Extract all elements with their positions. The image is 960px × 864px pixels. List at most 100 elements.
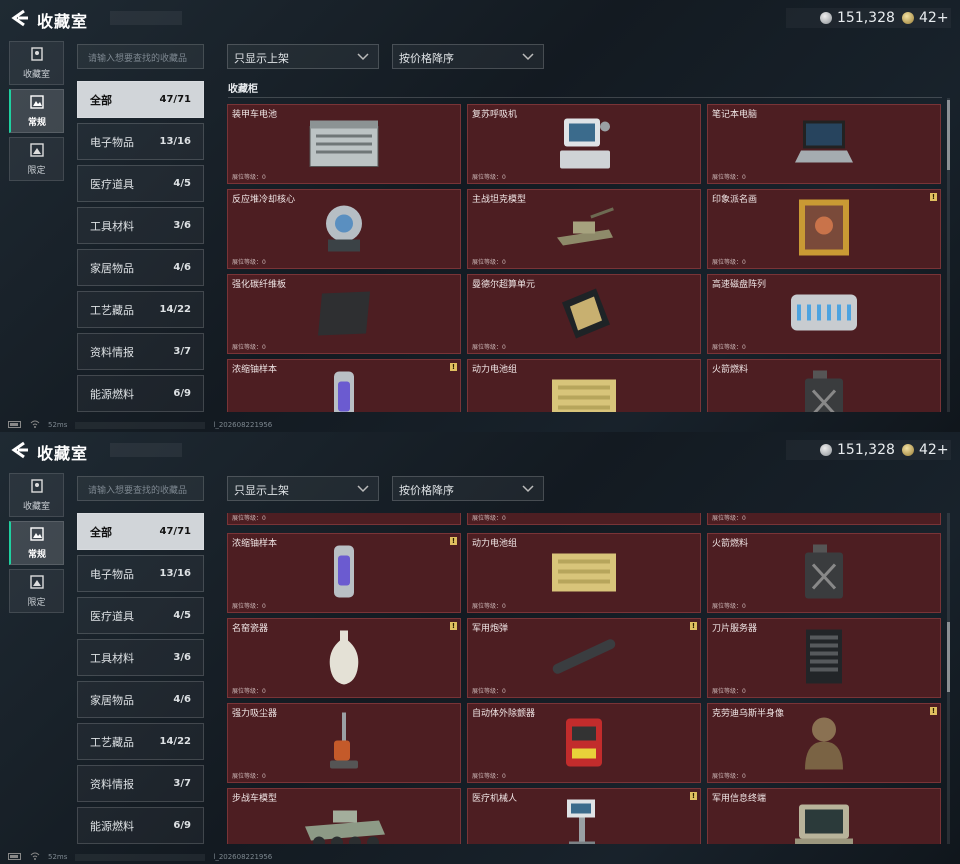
redacted-text <box>75 421 206 429</box>
item-card[interactable]: 曼德尔超算单元 展位等级：0 <box>467 274 701 354</box>
item-card[interactable]: 强化碳纤维板 展位等级：0 <box>227 274 461 354</box>
booth-level: 展位等级：0 <box>232 773 266 780</box>
sidenav-item-1[interactable]: 常规 <box>9 89 64 133</box>
item-card[interactable]: 浓缩铀样本!展位等级：0 <box>227 533 461 613</box>
item-card[interactable]: 军用炮弹! 展位等级：0 <box>467 618 701 698</box>
item-name: 火箭燃料 <box>712 539 749 549</box>
silver-coin-icon <box>820 12 832 24</box>
back-arrow-icon[interactable] <box>8 440 30 460</box>
category-item[interactable]: 工艺藏品 14/22 <box>77 291 204 328</box>
battery-icon <box>306 117 382 172</box>
booth-level: 展位等级：0 <box>712 174 746 181</box>
category-item[interactable]: 全部 47/71 <box>77 81 204 118</box>
listing-filter-dropdown[interactable]: 只显示上架 <box>227 476 379 501</box>
item-name: 步战车模型 <box>232 794 278 804</box>
sidenav-item-0[interactable]: 收藏室 <box>9 41 64 85</box>
carbon-plate-icon <box>314 288 374 341</box>
item-name: 印象派名画 <box>712 195 758 205</box>
category-count: 3/6 <box>173 220 191 231</box>
dropdown-value: 只显示上架 <box>234 52 289 65</box>
item-card-partial[interactable]: 展位等级：0 <box>707 513 941 525</box>
item-card[interactable]: 动力电池组展位等级：0 <box>467 359 701 412</box>
booth-level: 展位等级：0 <box>472 344 506 351</box>
item-card[interactable]: 动力电池组展位等级：0 <box>467 533 701 613</box>
category-item[interactable]: 全部 47/71 <box>77 513 204 550</box>
item-card-partial[interactable]: 展位等级：0 <box>467 513 701 525</box>
compute-unit-icon <box>552 285 616 344</box>
item-card[interactable]: 步战车模型展位等级：0 <box>227 788 461 844</box>
item-card[interactable]: 高速磁盘阵列 展位等级：0 <box>707 274 941 354</box>
sort-dropdown[interactable]: 按价格降序 <box>392 44 544 69</box>
shell-icon <box>542 632 626 685</box>
silver-coin-icon <box>820 444 832 456</box>
category-count: 3/7 <box>173 346 191 357</box>
sidenav-item-1[interactable]: 常规 <box>9 521 64 565</box>
item-card[interactable]: 浓缩铀样本!展位等级：0 <box>227 359 461 412</box>
item-card[interactable]: 复苏呼吸机 展位等级：0 <box>467 104 701 184</box>
item-card[interactable]: 装甲车电池 展位等级：0 <box>227 104 461 184</box>
category-item[interactable]: 能源燃料 6/9 <box>77 375 204 412</box>
item-name: 军用信息终端 <box>712 794 767 804</box>
item-card[interactable]: 印象派名画! 展位等级：0 <box>707 189 941 269</box>
item-name: 反应堆冷却核心 <box>232 195 296 205</box>
item-card[interactable]: 火箭燃料展位等级：0 <box>707 359 941 412</box>
item-card[interactable]: 医疗机械人!展位等级：0 <box>467 788 701 844</box>
item-card[interactable]: 火箭燃料展位等级：0 <box>707 533 941 613</box>
scrollbar-thumb[interactable] <box>947 100 950 170</box>
dropdown-value: 只显示上架 <box>234 484 289 497</box>
ventilator-icon <box>554 115 614 174</box>
listing-filter-dropdown[interactable]: 只显示上架 <box>227 44 379 69</box>
category-item[interactable]: 电子物品 13/16 <box>77 555 204 592</box>
category-label: 工具材料 <box>90 219 134 233</box>
booth-level: 展位等级：0 <box>232 603 266 610</box>
item-card[interactable]: 主战坦克模型 展位等级：0 <box>467 189 701 269</box>
section-divider <box>228 97 942 98</box>
item-card[interactable]: 笔记本电脑 展位等级：0 <box>707 104 941 184</box>
sidenav-item-2[interactable]: 限定 <box>9 137 64 181</box>
category-item[interactable]: 电子物品 13/16 <box>77 123 204 160</box>
sidenav-label: 限定 <box>27 597 46 608</box>
category-label: 全部 <box>90 93 112 107</box>
bust-icon <box>801 712 847 775</box>
sidenav-item-2[interactable]: 限定 <box>9 569 64 613</box>
category-label: 工艺藏品 <box>90 303 134 317</box>
category-item[interactable]: 工具材料 3/6 <box>77 639 204 676</box>
category-count: 3/6 <box>173 652 191 663</box>
category-item[interactable]: 家居物品 4/6 <box>77 249 204 286</box>
category-item[interactable]: 能源燃料 6/9 <box>77 807 204 844</box>
item-card-partial[interactable]: 展位等级：0 <box>227 513 461 525</box>
booth-level: 展位等级：0 <box>712 344 746 351</box>
booth-level: 展位等级：0 <box>712 515 746 522</box>
category-item[interactable]: 医疗道具 4/5 <box>77 597 204 634</box>
category-item[interactable]: 工具材料 3/6 <box>77 207 204 244</box>
gold-currency[interactable]: 42+ <box>902 442 949 458</box>
server-icon <box>802 628 846 689</box>
item-card[interactable]: 克劳迪乌斯半身像! 展位等级：0 <box>707 703 941 783</box>
category-item[interactable]: 资料情报 3/7 <box>77 333 204 370</box>
item-card[interactable]: 刀片服务器 展位等级：0 <box>707 618 941 698</box>
gold-currency[interactable]: 42+ <box>902 10 949 26</box>
picture-icon <box>30 526 44 547</box>
item-card[interactable]: 强力吸尘器 展位等级：0 <box>227 703 461 783</box>
item-card[interactable]: 反应堆冷却核心 展位等级：0 <box>227 189 461 269</box>
chevron-down-icon <box>521 52 535 65</box>
item-card[interactable]: 军用信息终端展位等级：0 <box>707 788 941 844</box>
category-item[interactable]: 医疗道具 4/5 <box>77 165 204 202</box>
booth-level: 展位等级：0 <box>232 259 266 266</box>
search-input[interactable]: 请输入想要查找的收藏品 <box>77 44 204 69</box>
item-card[interactable]: 自动体外除颤器 展位等级：0 <box>467 703 701 783</box>
category-label: 电子物品 <box>90 567 134 581</box>
wifi-icon <box>30 852 40 862</box>
item-card[interactable]: 名窑瓷器! 展位等级：0 <box>227 618 461 698</box>
sidenav-item-0[interactable]: 收藏室 <box>9 473 64 517</box>
category-item[interactable]: 工艺藏品 14/22 <box>77 723 204 760</box>
sort-dropdown[interactable]: 按价格降序 <box>392 476 544 501</box>
category-count: 4/5 <box>173 610 191 621</box>
category-item[interactable]: 资料情报 3/7 <box>77 765 204 802</box>
scrollbar-thumb[interactable] <box>947 622 950 692</box>
category-label: 能源燃料 <box>90 387 134 401</box>
back-arrow-icon[interactable] <box>8 8 30 28</box>
silver-amount: 151,328 <box>837 442 895 458</box>
category-item[interactable]: 家居物品 4/6 <box>77 681 204 718</box>
search-input[interactable]: 请输入想要查找的收藏品 <box>77 476 204 501</box>
